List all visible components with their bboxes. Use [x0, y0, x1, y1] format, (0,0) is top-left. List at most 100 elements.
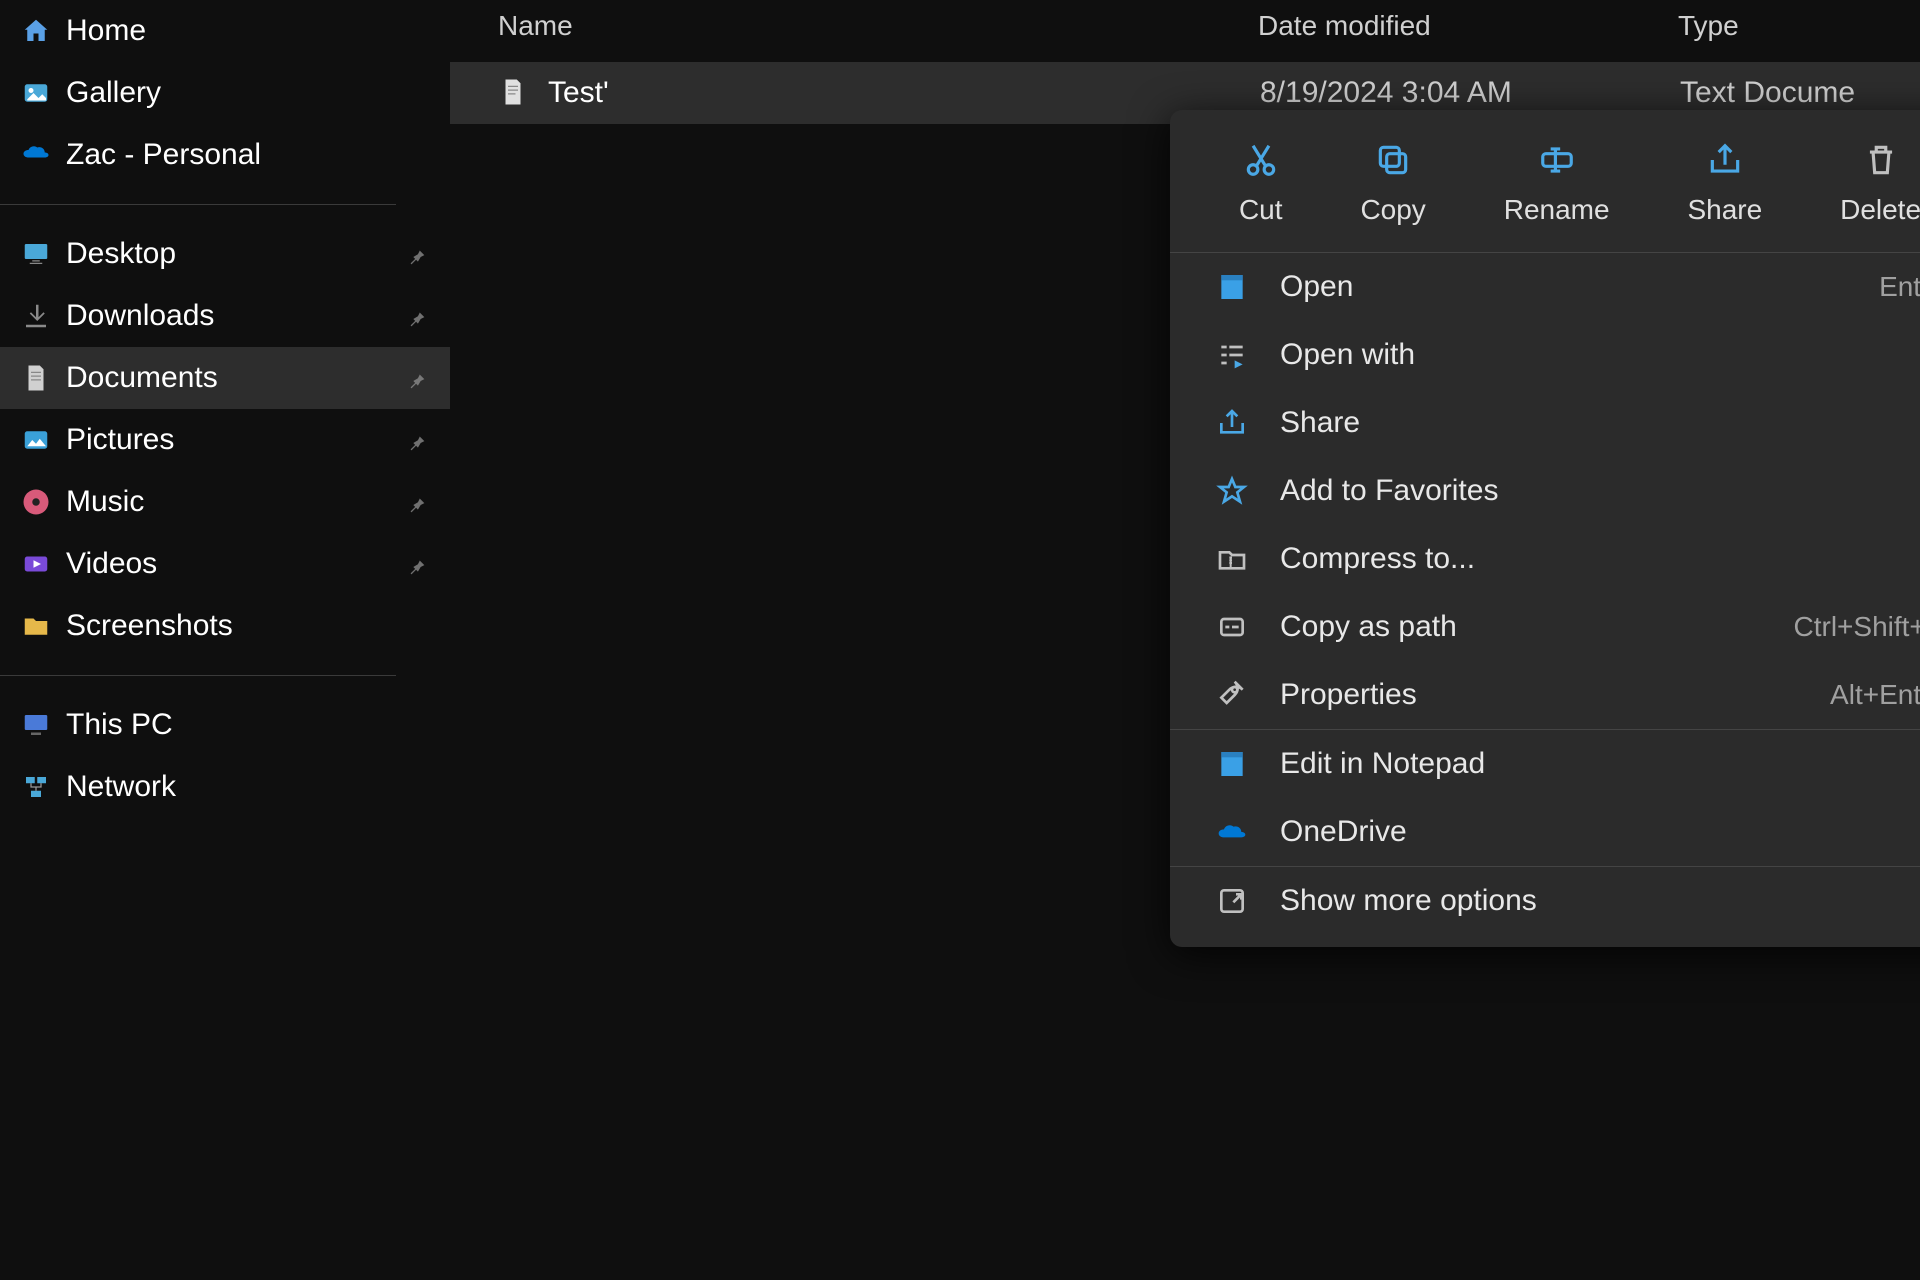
sidebar-item-network[interactable]: Network [0, 756, 450, 818]
network-icon [20, 771, 52, 803]
tool-label: Rename [1504, 194, 1610, 226]
ctx-more-options[interactable]: Show more options [1170, 867, 1920, 935]
ctx-share[interactable]: Share [1170, 389, 1920, 457]
ctx-add-favorites[interactable]: Add to Favorites [1170, 457, 1920, 525]
main-content: Name Date modified Type Test' 8/19/2024 … [450, 0, 1920, 1280]
ctx-shortcut: Enter [1879, 271, 1920, 303]
ctx-properties[interactable]: Properties Alt+Enter [1170, 661, 1920, 729]
ctx-label: OneDrive [1280, 815, 1920, 849]
pin-icon [406, 242, 430, 266]
ctx-label: Open [1280, 270, 1879, 304]
ctx-shortcut: Alt+Enter [1830, 679, 1920, 711]
column-headers: Name Date modified Type [450, 0, 1920, 62]
ctx-delete-button[interactable]: Delete [1840, 140, 1920, 226]
sidebar: Home Gallery Zac - Personal Desktop [0, 0, 450, 1280]
ctx-label: Share [1280, 406, 1920, 440]
sidebar-item-label: Zac - Personal [66, 138, 430, 172]
sidebar-item-videos[interactable]: Videos [0, 533, 450, 595]
ctx-label: Open with [1280, 338, 1920, 372]
ctx-copy-button[interactable]: Copy [1360, 140, 1425, 226]
ctx-label: Compress to... [1280, 542, 1920, 576]
ctx-share-button[interactable]: Share [1687, 140, 1762, 226]
ctx-copy-path[interactable]: Copy as path Ctrl+Shift+C [1170, 593, 1920, 661]
copypath-icon [1214, 609, 1250, 645]
ctx-onedrive[interactable]: OneDrive ❯ [1170, 798, 1920, 866]
sidebar-item-screenshots[interactable]: Screenshots [0, 595, 450, 657]
sidebar-top: Home Gallery Zac - Personal [0, 0, 450, 186]
ctx-label: Copy as path [1280, 610, 1794, 644]
column-header-type[interactable]: Type [1678, 10, 1880, 42]
pin-icon [406, 552, 430, 576]
tool-label: Cut [1239, 194, 1283, 226]
sidebar-item-label: Desktop [66, 237, 406, 271]
text-file-icon [498, 77, 530, 109]
column-header-date[interactable]: Date modified [1258, 10, 1678, 42]
ctx-label: Properties [1280, 678, 1830, 712]
sidebar-item-downloads[interactable]: Downloads [0, 285, 450, 347]
home-icon [20, 15, 52, 47]
delete-icon [1861, 140, 1901, 180]
gallery-icon [20, 77, 52, 109]
ctx-label: Show more options [1280, 884, 1920, 918]
sidebar-item-label: Network [66, 770, 430, 804]
file-name: Test' [548, 76, 1260, 110]
props-icon [1214, 677, 1250, 713]
sidebar-item-documents[interactable]: Documents [0, 347, 450, 409]
downloads-icon [20, 300, 52, 332]
sidebar-item-label: Downloads [66, 299, 406, 333]
share2-icon [1214, 405, 1250, 441]
sidebar-pinned: Desktop Downloads Documents [0, 223, 450, 657]
share-icon [1705, 140, 1745, 180]
ctx-open[interactable]: Open Enter [1170, 253, 1920, 321]
folder-icon [20, 610, 52, 642]
sidebar-item-label: Music [66, 485, 406, 519]
sidebar-item-gallery[interactable]: Gallery [0, 62, 450, 124]
sidebar-divider [0, 204, 396, 205]
copy-icon [1373, 140, 1413, 180]
ctx-cut-button[interactable]: Cut [1239, 140, 1283, 226]
documents-icon [20, 362, 52, 394]
ctx-rename-button[interactable]: Rename [1504, 140, 1610, 226]
ctx-open-with[interactable]: Open with ❯ [1170, 321, 1920, 389]
pictures-icon [20, 424, 52, 456]
pin-icon [406, 366, 430, 390]
zip-icon [1214, 541, 1250, 577]
sidebar-item-home[interactable]: Home [0, 0, 450, 62]
videos-icon [20, 548, 52, 580]
pin-icon [406, 428, 430, 452]
context-toolbar: Cut Copy Rename Share [1170, 122, 1920, 252]
file-type: Text Docume [1680, 76, 1880, 110]
more-icon [1214, 883, 1250, 919]
pc-icon [20, 709, 52, 741]
onedrive-icon [1214, 814, 1250, 850]
sidebar-item-label: This PC [66, 708, 430, 742]
column-header-name[interactable]: Name [498, 10, 1258, 42]
context-menu: Cut Copy Rename Share [1170, 110, 1920, 947]
tool-label: Copy [1360, 194, 1425, 226]
openwith-icon [1214, 337, 1250, 373]
sidebar-item-onedrive-personal[interactable]: Zac - Personal [0, 124, 450, 186]
onedrive-icon [20, 139, 52, 171]
ctx-label: Edit in Notepad [1280, 747, 1920, 781]
music-icon [20, 486, 52, 518]
sidebar-item-pictures[interactable]: Pictures [0, 409, 450, 471]
sidebar-item-label: Screenshots [66, 609, 430, 643]
sidebar-item-label: Home [66, 14, 430, 48]
sidebar-item-label: Pictures [66, 423, 406, 457]
sidebar-item-desktop[interactable]: Desktop [0, 223, 450, 285]
ctx-label: Add to Favorites [1280, 474, 1920, 508]
tool-label: Delete [1840, 194, 1920, 226]
sidebar-item-music[interactable]: Music [0, 471, 450, 533]
star-icon [1214, 473, 1250, 509]
cut-icon [1241, 140, 1281, 180]
sidebar-item-thispc[interactable]: This PC [0, 694, 450, 756]
rename-icon [1537, 140, 1577, 180]
ctx-shortcut: Ctrl+Shift+C [1794, 611, 1920, 643]
sidebar-item-label: Gallery [66, 76, 430, 110]
ctx-compress[interactable]: Compress to... ❯ [1170, 525, 1920, 593]
pin-icon [406, 304, 430, 328]
ctx-edit-notepad[interactable]: Edit in Notepad [1170, 730, 1920, 798]
pin-icon [406, 490, 430, 514]
desktop-icon [20, 238, 52, 270]
tool-label: Share [1687, 194, 1762, 226]
